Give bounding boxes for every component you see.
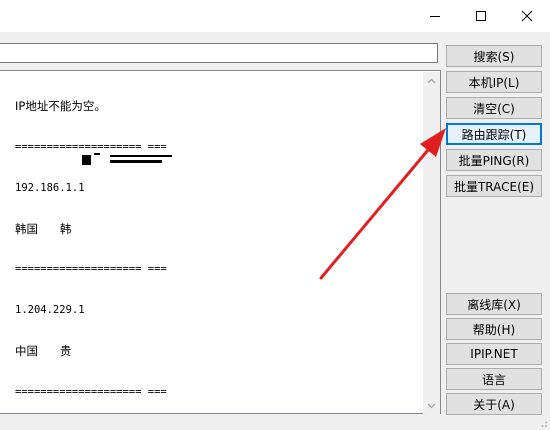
output-line: 1.204.229.1	[15, 304, 85, 317]
offline-db-button[interactable]: 离线库(X)	[446, 293, 542, 315]
output-line: IP地址不能为空。	[15, 99, 106, 114]
about-button[interactable]: 关于(A)	[446, 393, 542, 415]
redaction-mark	[94, 153, 100, 155]
close-icon	[521, 10, 533, 21]
minimize-icon	[430, 15, 440, 17]
ipip-button[interactable]: IPIP.NET	[446, 343, 542, 365]
ip-input[interactable]	[0, 43, 438, 63]
local-ip-button[interactable]: 本机IP(L)	[446, 71, 542, 93]
output-line: ==================== ===	[15, 140, 167, 153]
output-line: 中国 贵	[15, 343, 72, 358]
batch-trace-button[interactable]: 批量TRACE(E)	[446, 175, 542, 197]
chevron-up-icon	[427, 78, 436, 83]
chevron-down-icon	[427, 403, 436, 408]
output-line: 192.186.1.1	[15, 181, 85, 194]
output-text: IP地址不能为空。 ==================== === 192.1…	[15, 73, 415, 426]
batch-ping-button[interactable]: 批量PING(R)	[446, 149, 542, 171]
language-button[interactable]: 语言	[446, 368, 542, 390]
vertical-scrollbar[interactable]	[423, 72, 440, 414]
scroll-up-button[interactable]	[423, 72, 440, 89]
close-button[interactable]	[504, 0, 550, 31]
redaction-mark	[110, 155, 172, 157]
maximize-button[interactable]	[458, 0, 504, 31]
output-line: ==================== ===	[15, 385, 167, 398]
traceroute-button[interactable]: 路由跟踪(T)	[446, 123, 542, 145]
redaction-mark	[82, 155, 91, 165]
search-button[interactable]: 搜索(S)	[446, 45, 542, 67]
output-line: 韩国 韩	[15, 221, 72, 236]
redaction-mark	[110, 160, 162, 163]
maximize-icon	[476, 10, 486, 21]
title-bar	[0, 0, 550, 32]
output-line: ==================== ===	[15, 263, 167, 276]
scroll-down-button[interactable]	[423, 397, 440, 414]
resize-grip-icon[interactable]	[538, 418, 548, 428]
clear-button[interactable]: 清空(C)	[446, 97, 542, 119]
output-textarea[interactable]: IP地址不能为空。 ==================== === 192.1…	[0, 70, 441, 414]
help-button[interactable]: 帮助(H)	[446, 318, 542, 340]
minimize-button[interactable]	[412, 0, 458, 31]
